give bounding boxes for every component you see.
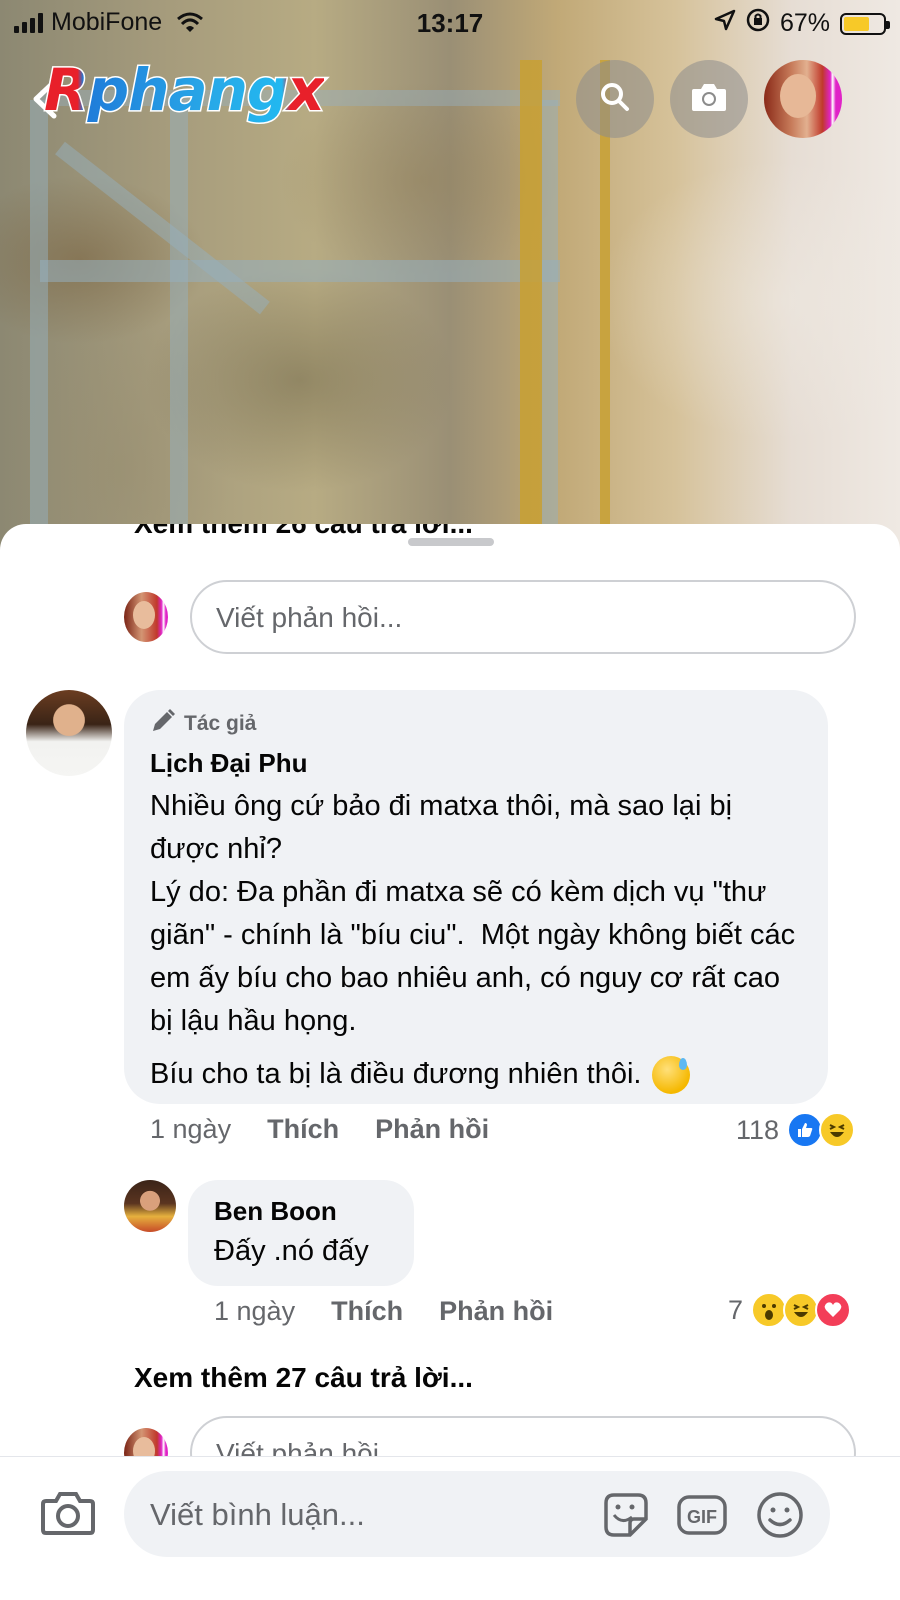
comment-placeholder: Viết bình luận... (150, 1497, 365, 1532)
comments-sheet[interactable]: Xem thêm 26 câu trả lời... Viết phản hồi… (0, 524, 900, 1600)
rotation-lock-icon (746, 8, 770, 39)
like-button[interactable]: Thích (267, 1114, 339, 1145)
sweat-smile-emoji-icon (651, 1055, 690, 1094)
reply-reactions[interactable]: 7 (728, 1292, 852, 1328)
profile-avatar[interactable] (764, 60, 842, 138)
search-icon (599, 81, 631, 118)
reply-actions: 1 ngày Thích Phản hồi (214, 1296, 553, 1327)
reply-bubble[interactable]: Ben Boon Đấy .nó đấy (188, 1180, 414, 1286)
see-more-replies-link[interactable]: Xem thêm 27 câu trả lời... (134, 1362, 473, 1394)
battery-percent: 67% (779, 9, 830, 37)
camera-icon[interactable] (40, 1489, 96, 1537)
comment-author-avatar[interactable] (26, 690, 112, 776)
status-bar: MobiFone 13:17 67% (0, 0, 900, 46)
sticker-icon[interactable] (600, 1489, 652, 1541)
comment-actions: 1 ngày Thích Phản hồi (150, 1114, 489, 1145)
pencil-icon (150, 708, 176, 740)
comment-author-name[interactable]: Lịch Đại Phu (150, 748, 802, 779)
emoji-icon[interactable] (754, 1489, 806, 1541)
see-more-replies-cutoff[interactable]: Xem thêm 26 câu trả lời... (134, 524, 473, 562)
reply-button[interactable]: Phản hồi (375, 1114, 489, 1145)
reply-input-row: Viết phản hồi... (124, 580, 864, 656)
reply-input[interactable]: Viết phản hồi... (190, 580, 856, 654)
reply-author-name[interactable]: Ben Boon (214, 1196, 388, 1227)
love-reaction-icon (815, 1292, 852, 1328)
reply-text: Đấy .nó đấy (214, 1235, 369, 1267)
haha-reaction-icon (819, 1112, 856, 1148)
comment-text-2: Bíu cho ta bị là điều đương nhiên thôi. (150, 1058, 642, 1090)
comment-time: 1 ngày (150, 1114, 232, 1144)
avatar (124, 592, 168, 642)
battery-icon (840, 12, 890, 35)
gif-icon[interactable]: GIF (676, 1489, 728, 1541)
reply-reaction-count: 7 (728, 1294, 744, 1325)
comment-reactions[interactable]: 118 (736, 1112, 856, 1148)
comment-composer: Viết bình luận... GIF (0, 1456, 900, 1600)
camera-icon (690, 81, 728, 118)
comment-input[interactable]: Viết bình luận... GIF (124, 1471, 830, 1557)
svg-text:GIF: GIF (687, 1507, 717, 1527)
like-reaction-icon (787, 1112, 824, 1148)
location-icon (714, 9, 736, 38)
wow-reaction-icon (751, 1292, 788, 1328)
comment-bubble[interactable]: Tác giả Lịch Đại Phu Nhiều ông cứ bảo đi… (124, 690, 828, 1104)
sheet-drag-handle[interactable] (408, 538, 494, 546)
reaction-count: 118 (736, 1114, 780, 1145)
author-badge-label: Tác giả (184, 712, 257, 735)
author-badge: Tác giả (150, 708, 802, 740)
reply-author-avatar[interactable] (124, 1180, 176, 1232)
comment-text: Nhiều ông cứ bảo đi matxa thôi, mà sao l… (150, 790, 796, 1037)
search-button[interactable] (576, 60, 654, 138)
comment-text-line-2: Bíu cho ta bị là điều đương nhiên thôi. (150, 1053, 802, 1096)
reply-like-button[interactable]: Thích (331, 1296, 403, 1327)
logo: Rphangx (44, 56, 325, 124)
haha-reaction-icon (783, 1292, 820, 1328)
reply-time: 1 ngày (214, 1296, 296, 1326)
camera-button[interactable] (670, 60, 748, 138)
reply-reply-button[interactable]: Phản hồi (439, 1296, 553, 1327)
